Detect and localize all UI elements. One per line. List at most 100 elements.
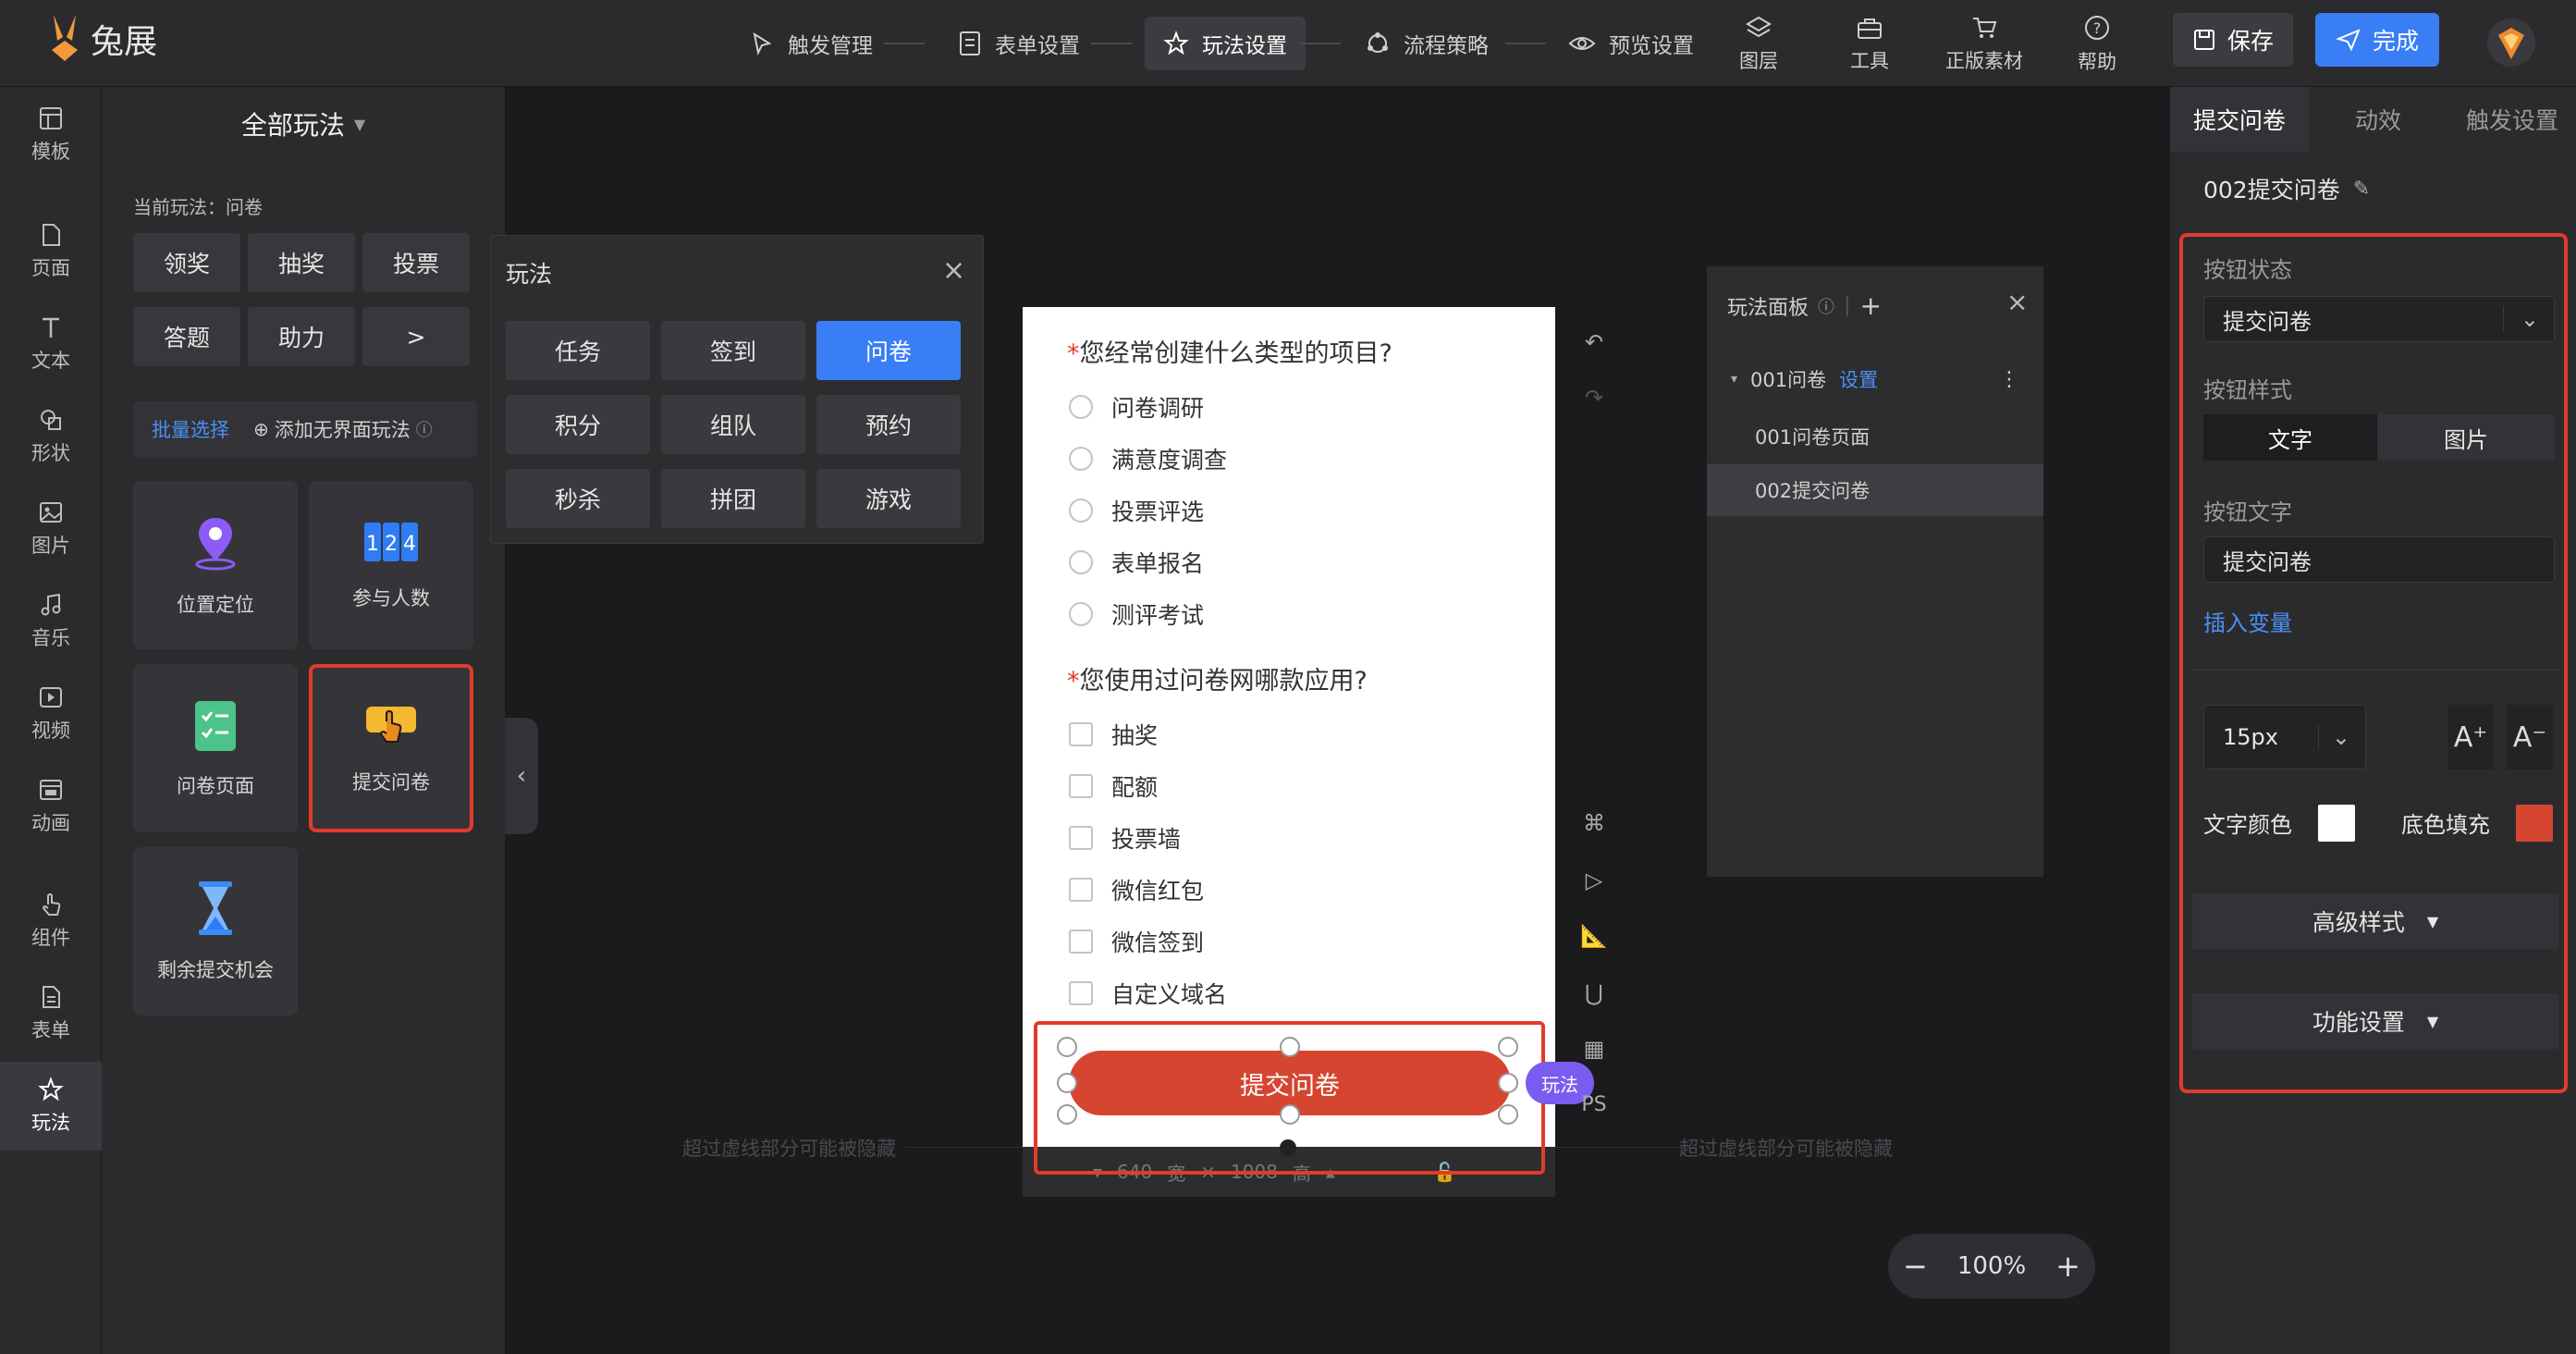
option-checkbox[interactable]: 投票墙: [1069, 821, 1181, 855]
card-participants[interactable]: 124 参与人数: [309, 481, 473, 649]
rail-animation[interactable]: 动画: [0, 762, 102, 851]
option-checkbox[interactable]: 微信签到: [1069, 925, 1204, 958]
question-title-2[interactable]: *您使用过问卷网哪款应用?: [1067, 660, 1368, 696]
ps-icon[interactable]: PS: [1577, 1088, 1611, 1121]
rotate-handle[interactable]: [1280, 1139, 1296, 1156]
function-settings-section[interactable]: 功能设置 ▼: [2192, 993, 2558, 1049]
popup-points[interactable]: 积分: [506, 395, 650, 454]
option-checkbox[interactable]: 抽奖: [1069, 718, 1158, 751]
save-button[interactable]: 保存: [2173, 13, 2293, 67]
batch-select-link[interactable]: 批量选择: [152, 415, 229, 443]
rail-text[interactable]: 文本: [0, 300, 102, 388]
help-tool[interactable]: ? 帮助: [2051, 9, 2143, 80]
rail-form[interactable]: 表单: [0, 969, 102, 1058]
card-remaining-chances[interactable]: 剩余提交机会: [133, 847, 298, 1016]
play-group-row[interactable]: ▾ 001问卷 设置 ⋮: [1707, 353, 2043, 405]
style-image-option[interactable]: 图片: [2377, 414, 2555, 461]
popup-reserve[interactable]: 预约: [816, 395, 961, 454]
advanced-style-section[interactable]: 高级样式 ▼: [2192, 893, 2558, 949]
play-button-assist[interactable]: 助力: [248, 307, 355, 366]
resize-handle[interactable]: [1280, 1104, 1300, 1125]
play-item-row-selected[interactable]: 002提交问卷: [1707, 464, 2043, 516]
popup-checkin[interactable]: 签到: [661, 321, 805, 380]
resize-handle[interactable]: [1498, 1073, 1518, 1093]
close-icon[interactable]: ×: [942, 254, 965, 287]
rail-play[interactable]: 玩法: [0, 1062, 102, 1151]
collapse-panel-button[interactable]: ‹: [505, 718, 538, 834]
style-text-option[interactable]: 文字: [2203, 414, 2377, 461]
play-button-vote[interactable]: 投票: [362, 233, 470, 292]
info-icon[interactable]: ⓘ: [1818, 294, 1834, 318]
option-radio[interactable]: 表单报名: [1069, 546, 1204, 579]
card-submit-survey[interactable]: 提交问卷: [309, 664, 473, 832]
resize-handle[interactable]: [1057, 1104, 1077, 1125]
step-preview[interactable]: 预览设置: [1550, 17, 1712, 70]
popup-groupbuy[interactable]: 拼团: [661, 469, 805, 528]
popup-task[interactable]: 任务: [506, 321, 650, 380]
rail-template[interactable]: 模板: [0, 91, 102, 179]
font-increase-icon[interactable]: A⁺: [2447, 705, 2494, 769]
button-text-input[interactable]: 提交问卷: [2203, 536, 2555, 583]
popup-team[interactable]: 组队: [661, 395, 805, 454]
rail-page[interactable]: 页面: [0, 207, 102, 296]
rail-image[interactable]: 图片: [0, 485, 102, 573]
ruler-icon[interactable]: 📐: [1577, 919, 1611, 953]
step-trigger[interactable]: 触发管理: [730, 17, 891, 70]
tab-submit-survey[interactable]: 提交问卷: [2170, 87, 2309, 152]
edit-pencil-icon[interactable]: ✎: [2353, 178, 2370, 201]
undo-icon[interactable]: ↶: [1577, 326, 1611, 359]
step-form[interactable]: 表单设置: [939, 17, 1098, 70]
font-size-select[interactable]: 15px ⌄: [2203, 705, 2366, 769]
zoom-value[interactable]: 100%: [1957, 1252, 2026, 1280]
option-checkbox[interactable]: 自定义域名: [1069, 977, 1227, 1010]
tab-trigger-settings[interactable]: 触发设置: [2447, 87, 2576, 152]
option-radio[interactable]: 问卷调研: [1069, 390, 1204, 424]
option-checkbox[interactable]: 微信红包: [1069, 873, 1204, 906]
step-flow[interactable]: 流程策略: [1346, 17, 1507, 70]
redo-icon[interactable]: ↷: [1577, 381, 1611, 414]
play-button-award[interactable]: 领奖: [133, 233, 240, 292]
command-icon[interactable]: ⌘: [1577, 806, 1611, 840]
resize-handle[interactable]: [1280, 1037, 1300, 1057]
resize-handle[interactable]: [1498, 1104, 1518, 1125]
rail-music[interactable]: 音乐: [0, 577, 102, 666]
magnet-icon[interactable]: ⋃: [1577, 977, 1611, 1010]
zoom-out-icon[interactable]: −: [1903, 1249, 1928, 1284]
assets-tool[interactable]: 正版素材: [1938, 9, 2030, 80]
close-icon[interactable]: ×: [2006, 287, 2028, 317]
card-survey-page[interactable]: 问卷页面: [133, 664, 298, 832]
popup-game[interactable]: 游戏: [816, 469, 961, 528]
play-button-lottery[interactable]: 抽奖: [248, 233, 355, 292]
more-icon[interactable]: ⋮: [1999, 368, 2019, 391]
avatar[interactable]: [2485, 17, 2537, 68]
rail-video[interactable]: 视频: [0, 670, 102, 758]
tab-animation[interactable]: 动效: [2309, 87, 2447, 152]
option-radio[interactable]: 投票评选: [1069, 494, 1204, 527]
layers-tool[interactable]: 图层: [1712, 9, 1805, 80]
step-play[interactable]: 玩法设置: [1145, 17, 1306, 70]
card-location[interactable]: 位置定位: [133, 481, 298, 649]
play-icon[interactable]: ▷: [1577, 864, 1611, 897]
play-button-quiz[interactable]: 答题: [133, 307, 240, 366]
option-checkbox[interactable]: 配额: [1069, 769, 1158, 803]
question-title-1[interactable]: *您经常创建什么类型的项目?: [1067, 333, 1392, 369]
text-color-swatch[interactable]: [2318, 805, 2355, 842]
option-radio[interactable]: 测评考试: [1069, 597, 1204, 631]
tools-tool[interactable]: 工具: [1823, 9, 1916, 80]
play-button-more[interactable]: >: [362, 307, 470, 366]
zoom-in-icon[interactable]: +: [2055, 1249, 2080, 1284]
resize-handle[interactable]: [1498, 1037, 1518, 1057]
group-settings-link[interactable]: 设置: [1839, 365, 1878, 393]
rail-shape[interactable]: 形状: [0, 392, 102, 481]
grid-icon[interactable]: ▦: [1577, 1032, 1611, 1065]
plus-icon[interactable]: +: [1859, 290, 1881, 321]
logo[interactable]: 兔展: [46, 13, 157, 65]
done-button[interactable]: 完成: [2315, 13, 2439, 67]
insert-variable-link[interactable]: 插入变量: [2203, 605, 2292, 637]
panel-title[interactable]: 全部玩法 ▼: [102, 105, 505, 142]
font-decrease-icon[interactable]: A⁻: [2507, 705, 2553, 769]
popup-flashsale[interactable]: 秒杀: [506, 469, 650, 528]
button-state-select[interactable]: 提交问卷 ⌄: [2203, 296, 2555, 342]
fill-color-swatch[interactable]: [2516, 805, 2553, 842]
resize-handle[interactable]: [1057, 1073, 1077, 1093]
